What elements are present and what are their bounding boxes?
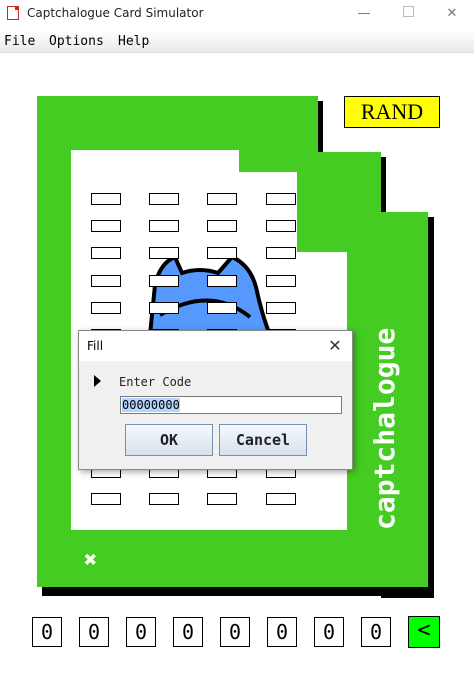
code-digit[interactable]: 0 (173, 617, 203, 647)
punch-slot (91, 302, 121, 314)
punch-slot (149, 193, 179, 205)
corner-x-icon[interactable]: ✖ (84, 548, 97, 573)
punch-slot (149, 275, 179, 287)
rand-button[interactable]: RAND (344, 96, 440, 128)
code-digit[interactable]: 0 (32, 617, 62, 647)
code-digit[interactable]: 0 (126, 617, 156, 647)
dialog-close-button[interactable]: ✕ (323, 335, 347, 357)
punch-slot (149, 493, 179, 505)
monster-icon (147, 255, 273, 335)
punch-slot (207, 275, 237, 287)
punch-slot (149, 302, 179, 314)
punch-slot (207, 220, 237, 232)
punch-slot (207, 302, 237, 314)
ok-button[interactable]: OK (125, 424, 213, 456)
code-digit[interactable]: 0 (314, 617, 344, 647)
prompt-arrow-icon (94, 375, 101, 387)
backspace-button[interactable]: < (408, 616, 440, 648)
punch-slot (91, 493, 121, 505)
punch-slot (91, 275, 121, 287)
code-digit[interactable]: 0 (267, 617, 297, 647)
dialog-title-bar: Fill ✕ (79, 331, 352, 361)
punch-slot (91, 247, 121, 259)
prompt-label: Enter Code (119, 375, 192, 389)
cancel-button[interactable]: Cancel (219, 424, 307, 456)
dialog-title: Fill (87, 339, 104, 353)
code-digit[interactable]: 0 (361, 617, 391, 647)
punch-slot (91, 220, 121, 232)
brand-text: captchalogue (368, 327, 401, 530)
fill-dialog: Fill ✕ Enter Code OK Cancel (78, 330, 353, 470)
punch-slot (266, 275, 296, 287)
punch-slot (266, 193, 296, 205)
monster-illustration (147, 255, 273, 335)
code-input[interactable] (120, 396, 342, 414)
punch-slot (149, 247, 179, 259)
punch-slot (91, 193, 121, 205)
card-shadow (42, 588, 434, 596)
punch-slot (266, 302, 296, 314)
code-digit[interactable]: 0 (220, 617, 250, 647)
punch-slot (207, 247, 237, 259)
punch-slot (266, 220, 296, 232)
punch-slot (266, 247, 296, 259)
punch-slot (207, 493, 237, 505)
punch-slot (149, 220, 179, 232)
punch-slot (207, 193, 237, 205)
code-digit[interactable]: 0 (79, 617, 109, 647)
punch-slot (266, 493, 296, 505)
